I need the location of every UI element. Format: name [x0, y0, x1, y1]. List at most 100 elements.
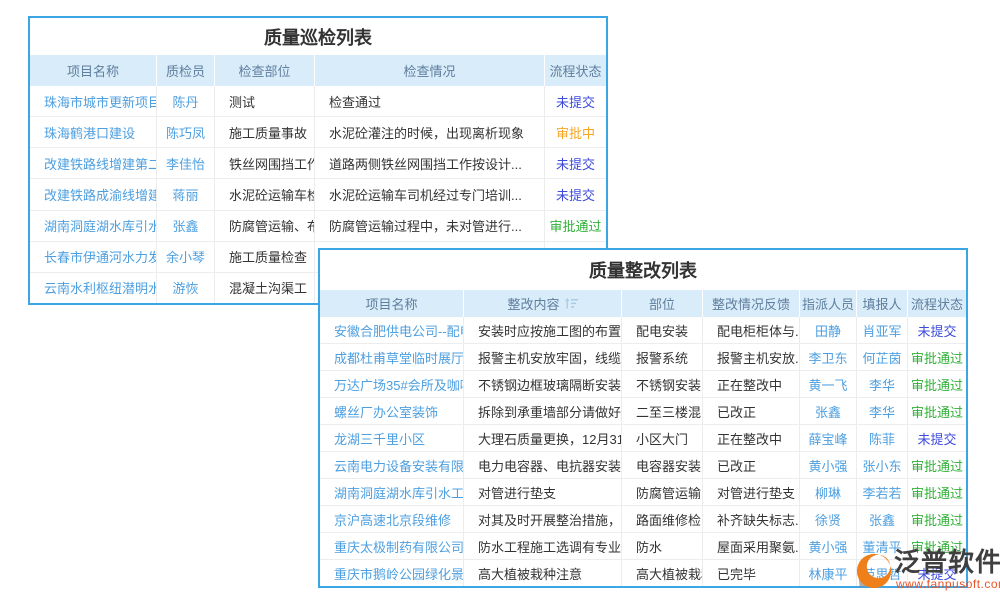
situation-cell: 检查通过: [315, 86, 545, 116]
status-cell: 审批通过: [908, 479, 966, 505]
header-cell-status: 流程状态: [908, 290, 966, 317]
inspector-cell[interactable]: 游恢: [157, 273, 215, 303]
feedback-cell: 配电柜柜体与...: [703, 317, 800, 343]
reporter-cell[interactable]: 李若若: [857, 479, 908, 505]
inspector-cell[interactable]: 张鑫: [157, 211, 215, 241]
feedback-cell: 屋面采用聚氨...: [703, 533, 800, 559]
reporter-cell[interactable]: 陈菲: [857, 425, 908, 451]
sort-icon: [565, 298, 578, 309]
assignee-cell[interactable]: 薛宝峰: [800, 425, 857, 451]
project-cell[interactable]: 珠海鹤港口建设: [30, 117, 157, 147]
reporter-cell[interactable]: 张小东: [857, 452, 908, 478]
assignee-cell[interactable]: 徐贤: [800, 506, 857, 532]
inspector-cell[interactable]: 李佳怡: [157, 148, 215, 178]
assignee-cell[interactable]: 田静: [800, 317, 857, 343]
feedback-cell: 已改正: [703, 452, 800, 478]
assignee-cell[interactable]: 张鑫: [800, 398, 857, 424]
reporter-cell[interactable]: 何芷茵: [857, 344, 908, 370]
status-cell: 审批通过: [908, 344, 966, 370]
status-cell: 审批通过: [908, 452, 966, 478]
project-cell[interactable]: 重庆市鹅岭公园绿化景观提升...: [320, 560, 464, 586]
header-cell-content[interactable]: 整改内容: [464, 290, 622, 317]
feedback-cell: 对管进行垫支: [703, 479, 800, 505]
project-cell[interactable]: 安徽合肥供电公司--配电设备...: [320, 317, 464, 343]
assignee-cell[interactable]: 黄小强: [800, 452, 857, 478]
project-cell[interactable]: 湖南洞庭湖水库引水工程施工标: [320, 479, 464, 505]
feedback-cell: 补齐缺失标志...: [703, 506, 800, 532]
project-cell[interactable]: 珠海市城市更新项目紫...: [30, 86, 157, 116]
assignee-cell[interactable]: 黄小强: [800, 533, 857, 559]
fanpu-logo-icon: [856, 553, 892, 589]
header-cell-assignee: 指派人员: [800, 290, 857, 317]
part-cell: 测试: [215, 86, 315, 116]
part-cell: 电容器安装...: [622, 452, 703, 478]
status-cell: 审批通过: [545, 211, 606, 241]
project-cell[interactable]: 湖南洞庭湖水库引水工...: [30, 211, 157, 241]
content-cell: 防水工程施工选调有专业资质...: [464, 533, 622, 559]
content-cell: 不锈钢边框玻璃隔断安装不牢...: [464, 371, 622, 397]
project-cell[interactable]: 云南水利枢纽潜明水库...: [30, 273, 157, 303]
feedback-cell: 已完毕: [703, 560, 800, 586]
status-cell: 审批中: [545, 117, 606, 147]
inspector-cell[interactable]: 余小琴: [157, 242, 215, 272]
status-cell: 审批通过: [908, 506, 966, 532]
project-cell[interactable]: 云南电力设备安装有限公司20...: [320, 452, 464, 478]
project-cell[interactable]: 京沪高速北京段维修: [320, 506, 464, 532]
project-cell[interactable]: 改建铁路线增建第二线...: [30, 148, 157, 178]
header-cell-feedback: 整改情况反馈: [703, 290, 800, 317]
reporter-cell[interactable]: 张鑫: [857, 506, 908, 532]
content-cell: 大理石质量更换，12月31日之...: [464, 425, 622, 451]
status-cell: 审批通过: [908, 398, 966, 424]
assignee-cell[interactable]: 柳琳: [800, 479, 857, 505]
inspector-cell[interactable]: 陈巧凤: [157, 117, 215, 147]
inspector-cell[interactable]: 陈丹: [157, 86, 215, 116]
feedback-cell: 报警主机安放...: [703, 344, 800, 370]
part-cell: 水泥砼运输车检查: [215, 179, 315, 209]
inspection-header-row: 项目名称质检员检查部位检查情况流程状态: [30, 55, 606, 86]
part-cell: 施工质量事故: [215, 117, 315, 147]
project-cell[interactable]: 改建铁路成渝线增建第...: [30, 179, 157, 209]
table-row: 云南电力设备安装有限公司20...电力电容器、电抗器安装方案,...电容器安装.…: [320, 452, 966, 479]
situation-cell: 水泥砼灌注的时候，出现离析现象: [315, 117, 545, 147]
content-cell: 高大植被栽种注意: [464, 560, 622, 586]
project-cell[interactable]: 重庆太极制药有限公司亳州中...: [320, 533, 464, 559]
assignee-cell[interactable]: 林康平: [800, 560, 857, 586]
status-cell: 审批通过: [908, 371, 966, 397]
project-cell[interactable]: 龙湖三千里小区: [320, 425, 464, 451]
header-cell-project: 项目名称: [320, 290, 464, 317]
fanpu-logo: 泛普软件 www.fanpusoft.com: [856, 547, 1000, 597]
part-cell: 二至三楼混...: [622, 398, 703, 424]
header-cell-project: 项目名称: [30, 55, 157, 86]
content-cell: 电力电容器、电抗器安装方案,...: [464, 452, 622, 478]
reporter-cell[interactable]: 肖亚军: [857, 317, 908, 343]
feedback-cell: 已改正: [703, 398, 800, 424]
project-cell[interactable]: 长春市伊通河水力发电...: [30, 242, 157, 272]
table-row: 龙湖三千里小区大理石质量更换，12月31日之...小区大门正在整改中薛宝峰陈菲未…: [320, 425, 966, 452]
rectification-table: 质量整改列表 项目名称整改内容 部位整改情况反馈指派人员填报人流程状态 安徽合肥…: [318, 248, 968, 588]
project-cell[interactable]: 螺丝厂办公室装饰: [320, 398, 464, 424]
situation-cell: 水泥砼运输车司机经过专门培训...: [315, 179, 545, 209]
content-cell: 对管进行垫支: [464, 479, 622, 505]
table-row: 改建铁路成渝线增建第...蒋丽水泥砼运输车检查水泥砼运输车司机经过专门培训...…: [30, 179, 606, 210]
part-cell: 小区大门: [622, 425, 703, 451]
table-row: 珠海鹤港口建设陈巧凤施工质量事故水泥砼灌注的时候，出现离析现象审批中: [30, 117, 606, 148]
part-cell: 不锈钢安装...: [622, 371, 703, 397]
part-cell: 防腐管运输...: [622, 479, 703, 505]
reporter-cell[interactable]: 李华: [857, 398, 908, 424]
rectification-table-title: 质量整改列表: [320, 250, 966, 290]
inspection-table-title: 质量巡检列表: [30, 18, 606, 55]
assignee-cell[interactable]: 李卫东: [800, 344, 857, 370]
table-row: 安徽合肥供电公司--配电设备...安装时应按施工图的布置，将...配电安装配电柜…: [320, 317, 966, 344]
content-cell: 安装时应按施工图的布置，将...: [464, 317, 622, 343]
header-cell-inspector: 质检员: [157, 55, 215, 86]
assignee-cell[interactable]: 黄一飞: [800, 371, 857, 397]
status-cell: 未提交: [545, 86, 606, 116]
inspector-cell[interactable]: 蒋丽: [157, 179, 215, 209]
content-cell: 拆除到承重墙部分请做好加固...: [464, 398, 622, 424]
part-cell: 防腐管运输、布管: [215, 211, 315, 241]
project-cell[interactable]: 成都杜甫草堂临时展厅独立展...: [320, 344, 464, 370]
feedback-cell: 正在整改中: [703, 425, 800, 451]
reporter-cell[interactable]: 李华: [857, 371, 908, 397]
project-cell[interactable]: 万达广场35#会所及咖啡厅空...: [320, 371, 464, 397]
content-cell: 对其及时开展整治措施，桥头...: [464, 506, 622, 532]
